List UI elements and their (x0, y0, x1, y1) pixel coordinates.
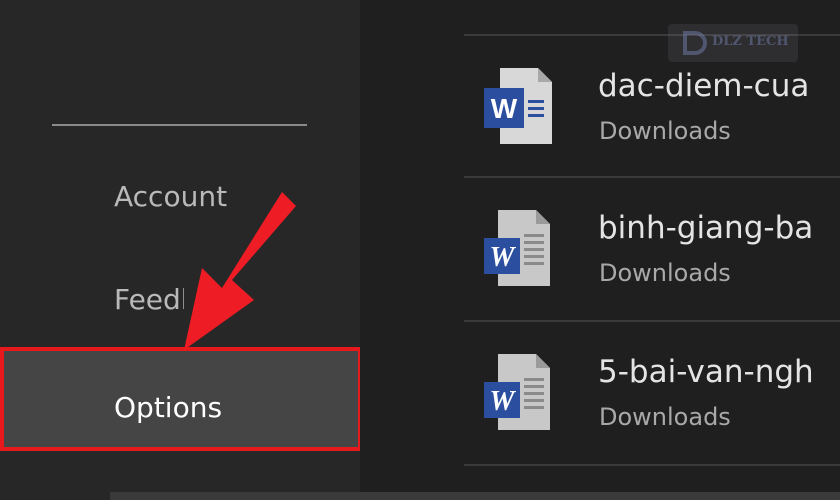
file-name: binh-giang-ba (598, 210, 814, 246)
recent-file-row[interactable]: W 5-bai-van-ngh Downloads (360, 322, 840, 466)
sidebar-item-options-label: Options (114, 391, 223, 424)
recent-files-pane: W dac-diem-cua Downloads W binh-giang-ba… (360, 0, 840, 500)
office-backstage-screen: Account Feedback Options W dac-diem-c (0, 0, 840, 500)
word-document-icon: W (484, 354, 550, 430)
file-name: 5-bai-van-ngh (598, 354, 814, 390)
file-location: Downloads (599, 403, 731, 431)
file-location: Downloads (599, 259, 731, 287)
svg-text:W: W (491, 93, 518, 124)
file-location: Downloads (599, 117, 731, 145)
red-arrow-icon (184, 192, 296, 350)
svg-text:W: W (490, 386, 517, 417)
sidebar-divider (52, 124, 307, 126)
file-name: dac-diem-cua (598, 68, 810, 104)
word-document-icon: W (484, 210, 550, 286)
backstage-sidebar: Account Feedback Options (0, 0, 362, 500)
svg-text:W: W (490, 242, 517, 273)
recent-file-row[interactable]: W binh-giang-ba Downloads (360, 178, 840, 322)
word-document-icon: W (484, 68, 552, 144)
watermark-logo-icon (683, 31, 707, 55)
sidebar-item-options[interactable]: Options (0, 347, 362, 451)
watermark-text: DLZ TECH (712, 34, 789, 49)
bottom-scroll-edge (110, 492, 840, 500)
watermark: DLZ TECH (668, 24, 798, 62)
